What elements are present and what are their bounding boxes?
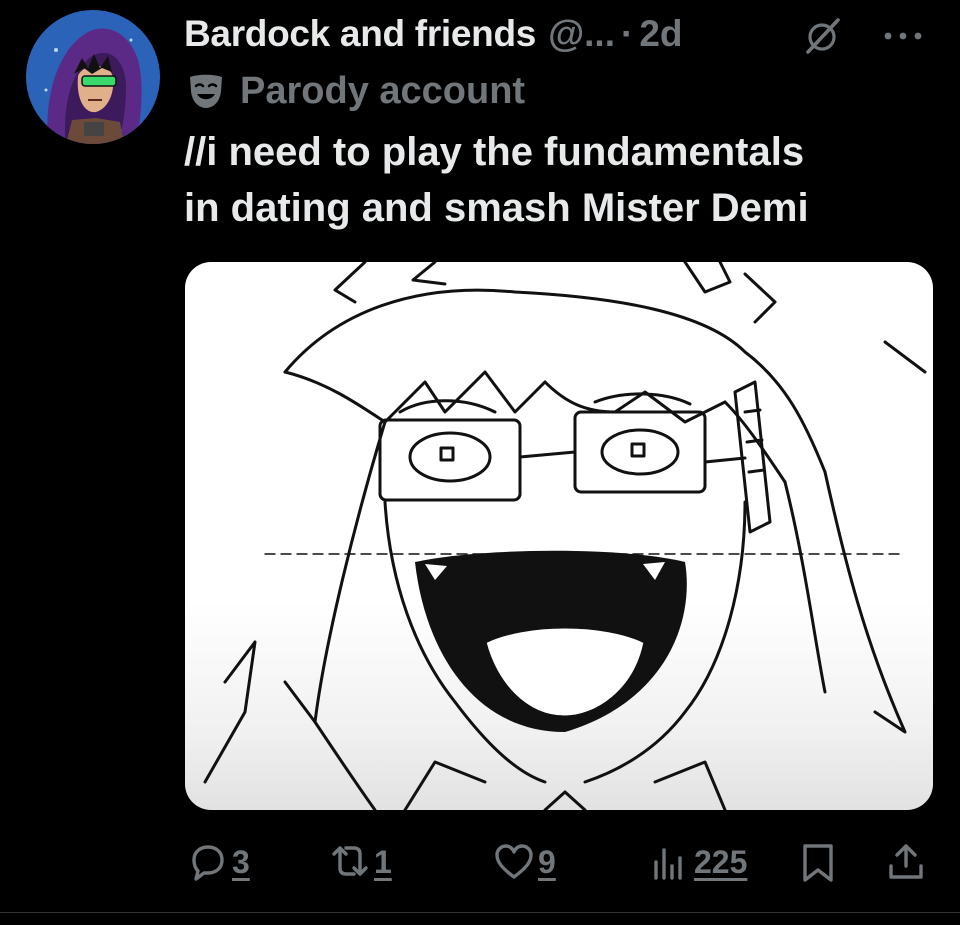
repost-button[interactable]: 1 (328, 838, 392, 886)
repost-count: 1 (374, 843, 392, 880)
more-icon[interactable] (878, 24, 928, 48)
post-text-line: in dating and smash Mister Demi (184, 186, 809, 230)
repost-icon (332, 846, 368, 876)
like-button[interactable]: 9 (492, 838, 556, 886)
action-bar: 3 1 9 225 (0, 832, 960, 892)
post-text-line: //i need to play the fundamentals (184, 130, 805, 174)
reply-button[interactable]: 3 (186, 838, 250, 886)
views-icon (654, 848, 682, 880)
timestamp[interactable]: 2d (639, 13, 682, 55)
post-text: //i need to play the fundamentals in dat… (184, 124, 944, 236)
bookmark-button[interactable] (796, 838, 840, 886)
handle[interactable]: @... (548, 13, 615, 55)
parody-mask-icon (186, 71, 226, 111)
post-header: Bardock and friends @... · 2d (184, 8, 940, 60)
like-count: 9 (538, 843, 556, 880)
views-button[interactable]: 225 (648, 838, 747, 886)
like-icon (495, 844, 533, 879)
reply-icon (192, 845, 224, 881)
display-name[interactable]: Bardock and friends (184, 13, 536, 55)
tweet[interactable]: Bardock and friends @... · 2d Parody acc… (0, 0, 960, 925)
view-count: 225 (694, 843, 748, 880)
bookmark-icon (803, 844, 833, 882)
avatar-image (26, 10, 160, 144)
share-icon (889, 844, 923, 879)
post-image[interactable] (185, 262, 933, 810)
separator-dot: · (620, 13, 634, 54)
avatar[interactable] (26, 10, 160, 144)
parody-label: Parody account (240, 69, 526, 112)
divider (0, 912, 960, 913)
manga-sketch-image (203, 262, 927, 810)
grok-icon[interactable] (802, 16, 842, 56)
share-button[interactable] (884, 838, 928, 886)
parody-label-row: Parody account (186, 68, 525, 114)
reply-count: 3 (232, 843, 250, 880)
